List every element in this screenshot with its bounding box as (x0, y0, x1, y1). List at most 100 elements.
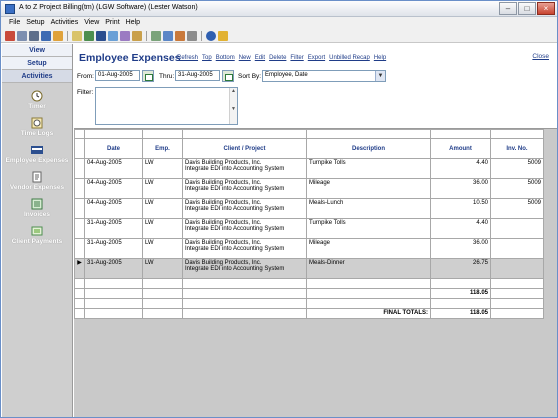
table-row[interactable]: 04-Aug-2005 LW Davis Building Products, In… (74, 178, 544, 199)
client-project-cell: Davis Building Products, Inc. Integrate E… (182, 238, 307, 259)
export-link[interactable]: Export (308, 55, 325, 61)
edit-icon[interactable] (17, 30, 27, 41)
delete-link[interactable]: Delete (269, 55, 286, 61)
sidebar-tab-setup[interactable]: Setup (2, 57, 72, 70)
emp-cell: LW (142, 198, 183, 219)
inv-no-cell (490, 218, 544, 239)
description-cell: Meals-Dinner (306, 258, 431, 279)
toolbar (1, 29, 557, 43)
table-row[interactable]: 31-Aug-2005 LW Davis Building Products, In… (74, 238, 544, 259)
expenses-icon[interactable] (96, 30, 106, 41)
table-row[interactable]: 04-Aug-2005 LW Davis Building Products, In… (74, 198, 544, 219)
close-link[interactable]: Close (532, 53, 549, 60)
subtotal-amount: 118.05 (430, 288, 491, 299)
menu-setup[interactable]: Setup (23, 17, 47, 29)
final-totals-label: FINAL TOTALS: (306, 308, 431, 319)
amount-cell: 26.75 (430, 258, 491, 279)
toolbar-separator (67, 30, 68, 41)
table-row[interactable]: ▶ 31-Aug-2005 LW Davis Building Products, I… (74, 258, 544, 279)
help-icon[interactable] (206, 30, 216, 41)
maximize-button[interactable]: □ (518, 2, 536, 15)
table-body: 04-Aug-2005 LW Davis Building Products, In… (74, 158, 544, 289)
top-link[interactable]: Top (202, 55, 212, 61)
vendor-expenses-icon (30, 170, 44, 183)
filter-textarea[interactable]: ▲ ▼ (95, 87, 238, 125)
table-cell (182, 288, 307, 299)
filter-link[interactable]: Filter (290, 55, 303, 61)
table-cell (430, 278, 491, 289)
chart-icon[interactable] (175, 30, 185, 41)
sidebar-item-client-payments[interactable]: Client Payments (2, 224, 72, 245)
refresh-link[interactable]: Refresh (177, 55, 198, 61)
emp-cell: LW (142, 238, 183, 259)
column-header-amount[interactable]: Amount (430, 138, 491, 159)
table-row[interactable]: 31-Aug-2005 LW Davis Building Products, In… (74, 218, 544, 239)
menu-help[interactable]: Help (123, 17, 143, 29)
print-icon[interactable] (29, 30, 39, 41)
edit-link[interactable]: Edit (255, 55, 265, 61)
inv-no-cell: 5009 (490, 158, 544, 179)
row-selector (74, 129, 85, 139)
amount-cell: 10.50 (430, 198, 491, 219)
from-calendar-button[interactable] (142, 70, 154, 82)
new-link[interactable]: New (239, 55, 251, 61)
filter-scrollbar[interactable]: ▲ ▼ (229, 88, 237, 124)
sidebar-tab-activities[interactable]: Activities (2, 70, 72, 83)
sort-by-select[interactable]: Employee, Date ▼ (262, 70, 386, 82)
time-icon[interactable] (72, 30, 82, 41)
sidebar: View Setup Activities Timer Time Logs Em… (2, 44, 73, 417)
help-link[interactable]: Help (374, 55, 386, 61)
empty-row (74, 278, 544, 289)
column-header-inv-no[interactable]: Inv. No. (490, 138, 544, 159)
description-cell: Turnpike Tolls (306, 218, 431, 239)
table-cell (74, 278, 85, 289)
sidebar-item-vendor-expenses[interactable]: Vendor Expenses (2, 170, 72, 191)
sidebar-item-timer[interactable]: Timer (2, 89, 72, 110)
table-row[interactable]: 04-Aug-2005 LW Davis Building Products, In… (74, 158, 544, 179)
sidebar-item-time-logs[interactable]: Time Logs (2, 116, 72, 137)
menu-print[interactable]: Print (102, 17, 122, 29)
menu-activities[interactable]: Activities (48, 17, 82, 29)
title-bar[interactable]: A to Z Project Billing(tm) (LGW Software… (1, 1, 557, 17)
column-header-emp[interactable]: Emp. (142, 138, 183, 159)
unbilled-recap-link[interactable]: Unbilled Recap (329, 55, 370, 61)
app-window: A to Z Project Billing(tm) (LGW Software… (0, 0, 558, 418)
calendar-icon[interactable] (84, 30, 94, 41)
menu-file[interactable]: File (6, 17, 23, 29)
date-cell: 31-Aug-2005 (84, 238, 143, 259)
column-header-client-project[interactable]: Client / Project (182, 138, 307, 159)
payment-icon[interactable] (120, 30, 130, 41)
menu-bar: File Setup Activities View Print Help (1, 17, 557, 29)
column-header-description[interactable]: Description (306, 138, 431, 159)
chevron-down-icon[interactable]: ▼ (375, 71, 385, 81)
page-title: Employee Expenses (79, 52, 181, 64)
sidebar-item-employee-expenses[interactable]: Employee Expenses (2, 143, 72, 164)
table-cell (84, 308, 143, 319)
report-icon[interactable] (163, 30, 173, 41)
tools-icon[interactable] (53, 30, 63, 41)
minimize-button[interactable]: – (499, 2, 517, 15)
invoice-icon[interactable] (108, 30, 118, 41)
info-icon[interactable] (218, 30, 228, 41)
thru-calendar-button[interactable] (222, 70, 234, 82)
menu-view[interactable]: View (81, 17, 102, 29)
project-name: Integrate EDI into Accounting System (185, 206, 285, 212)
thru-date-field[interactable]: 31-Aug-2005 (175, 70, 220, 81)
list-icon[interactable] (151, 30, 161, 41)
table-cell (490, 278, 544, 289)
invoices-icon (30, 197, 44, 210)
home-icon[interactable] (132, 30, 142, 41)
close-window-button[interactable]: × (537, 2, 555, 15)
sidebar-tab-view[interactable]: View (2, 44, 72, 57)
row-selector: ▶ (74, 258, 85, 279)
table-cell (142, 298, 183, 309)
sidebar-item-invoices[interactable]: Invoices (2, 197, 72, 218)
column-header-date[interactable]: Date (84, 138, 143, 159)
table-cell (430, 129, 491, 139)
window-icon[interactable] (187, 30, 197, 41)
exit-icon[interactable] (5, 30, 15, 41)
subtotal-row: 118.05 (74, 288, 544, 299)
user-icon[interactable] (41, 30, 51, 41)
from-date-field[interactable]: 01-Aug-2005 (95, 70, 140, 81)
bottom-link[interactable]: Bottom (216, 55, 235, 61)
